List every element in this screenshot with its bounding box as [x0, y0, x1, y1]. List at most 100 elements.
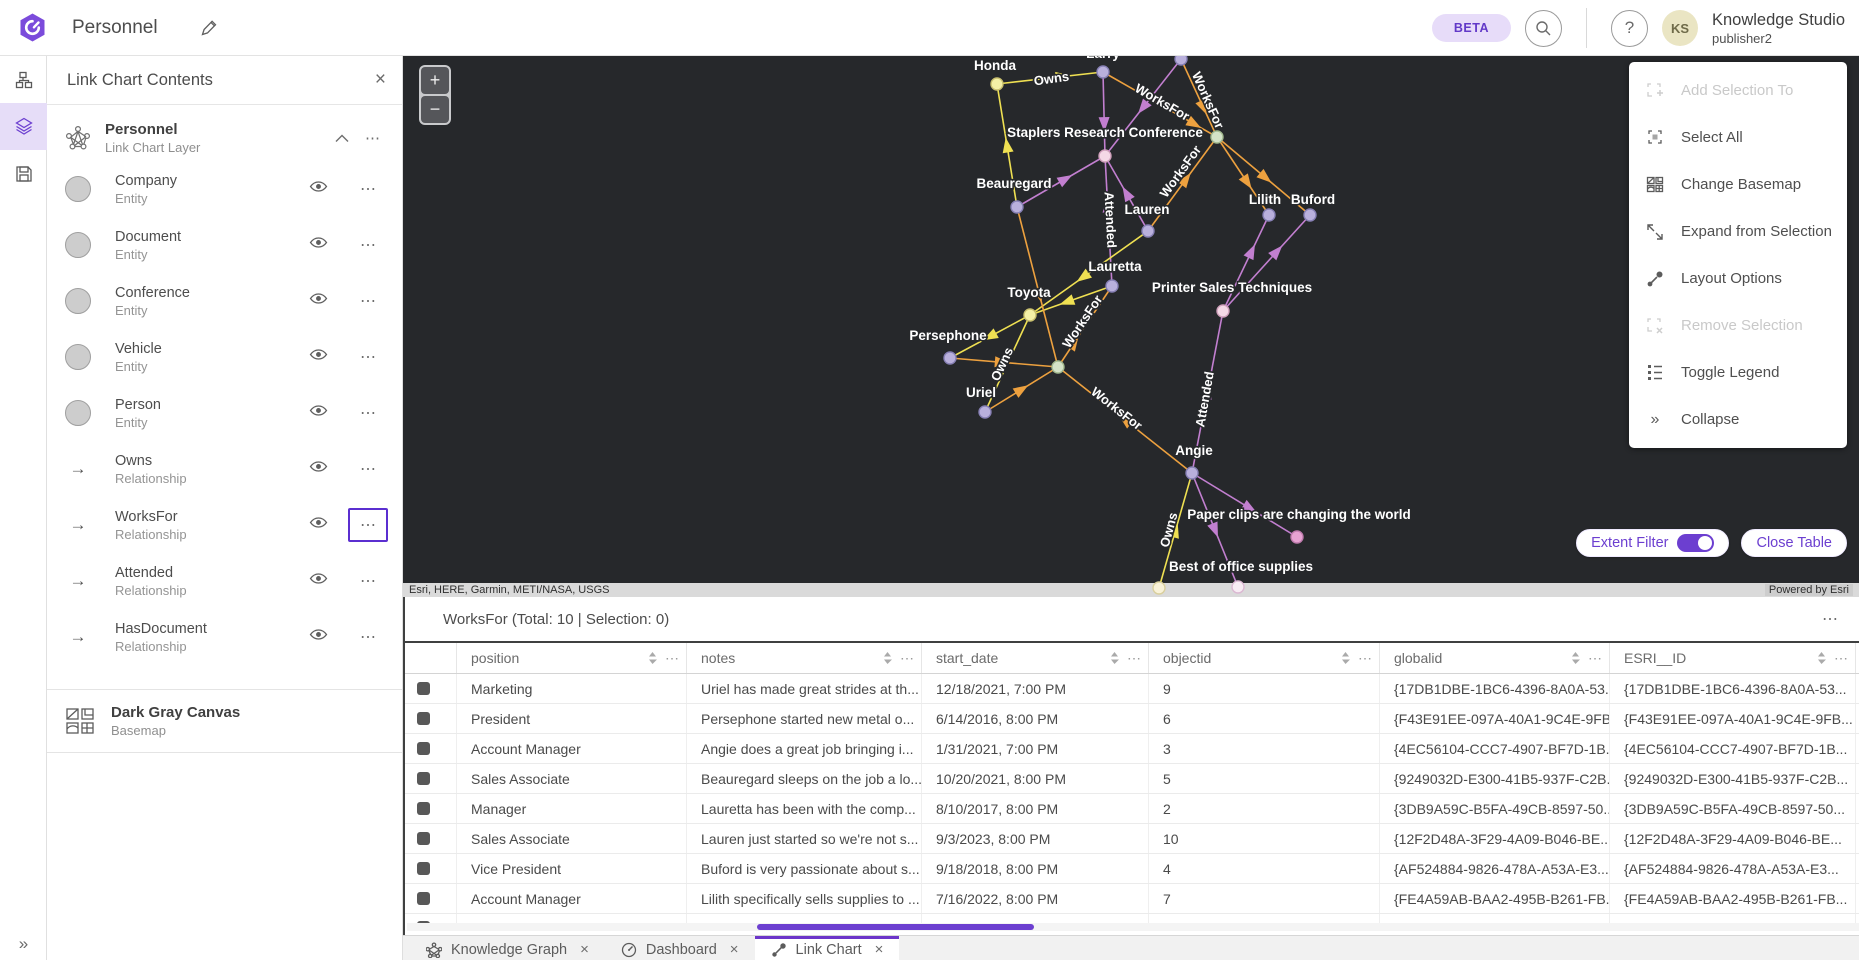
layer-row-conference[interactable]: Conference Entity ⋯: [47, 273, 402, 329]
column-options-icon[interactable]: ⋯: [1834, 650, 1849, 667]
table-row[interactable]: Sales Associate Beauregard sleeps on the…: [405, 764, 1859, 794]
layer-options-icon[interactable]: ⋯: [348, 452, 388, 486]
row-checkbox[interactable]: [417, 742, 430, 755]
layer-row-vehicle[interactable]: Vehicle Entity ⋯: [47, 329, 402, 385]
column-header-ESRI__ID[interactable]: ESRI__ID ⋯: [1610, 643, 1856, 673]
layer-row-document[interactable]: Document Entity ⋯: [47, 217, 402, 273]
menu-item-select-all[interactable]: Select All: [1629, 114, 1847, 161]
row-checkbox[interactable]: [417, 712, 430, 725]
close-table-button[interactable]: Close Table: [1741, 529, 1847, 557]
table-row[interactable]: Sales Associate Lauren just started so w…: [405, 824, 1859, 854]
tab-close-icon[interactable]: ×: [730, 941, 739, 958]
sort-icon[interactable]: [1110, 652, 1119, 664]
column-header-objectid[interactable]: objectid ⋯: [1149, 643, 1380, 673]
column-header-globalid[interactable]: globalid ⋯: [1380, 643, 1610, 673]
layer-row-worksfor[interactable]: → WorksFor Relationship ⋯: [47, 497, 402, 553]
layer-options-icon[interactable]: ⋯: [348, 396, 388, 430]
sort-icon[interactable]: [648, 652, 657, 664]
layer-row-owns[interactable]: → Owns Relationship ⋯: [47, 441, 402, 497]
table-row[interactable]: Marketing Uriel has made great strides a…: [405, 674, 1859, 704]
column-header-notes[interactable]: notes ⋯: [687, 643, 922, 673]
layer-options-icon[interactable]: ⋯: [348, 340, 388, 374]
edit-title-pencil-icon[interactable]: [200, 19, 218, 37]
sort-icon[interactable]: [1341, 652, 1350, 664]
layer-row-attended[interactable]: → Attended Relationship ⋯: [47, 553, 402, 609]
layer-visibility-eye-icon[interactable]: [303, 622, 334, 652]
scrollbar-thumb[interactable]: [757, 924, 1034, 930]
tab-dashboard[interactable]: Dashboard ×: [605, 936, 755, 960]
tab-close-icon[interactable]: ×: [875, 941, 884, 958]
layer-options-icon[interactable]: ⋯: [348, 228, 388, 262]
layer-visibility-eye-icon[interactable]: [303, 454, 334, 484]
layer-row-person[interactable]: Person Entity ⋯: [47, 385, 402, 441]
layer-options-icon[interactable]: ⋯: [348, 284, 388, 318]
layer-visibility-eye-icon[interactable]: [303, 174, 334, 204]
svg-text:Owns: Owns: [1033, 69, 1070, 89]
panel-close-icon[interactable]: ×: [375, 69, 386, 91]
row-checkbox[interactable]: [417, 892, 430, 905]
column-options-icon[interactable]: ⋯: [900, 650, 915, 667]
layer-options-icon[interactable]: ⋯: [348, 564, 388, 598]
layer-visibility-eye-icon[interactable]: [303, 566, 334, 596]
layer-row-company[interactable]: Company Entity ⋯: [47, 161, 402, 217]
menu-item-toggle-legend[interactable]: Toggle Legend: [1629, 349, 1847, 396]
menu-item-layout-options[interactable]: Layout Options: [1629, 255, 1847, 302]
rail-item-save[interactable]: [0, 150, 47, 197]
layer-visibility-eye-icon[interactable]: [303, 510, 334, 540]
layer-visibility-eye-icon[interactable]: [303, 342, 334, 372]
account-block[interactable]: Knowledge Studio publisher2: [1712, 11, 1845, 46]
column-options-icon[interactable]: ⋯: [1127, 650, 1142, 667]
help-button[interactable]: ?: [1611, 10, 1648, 47]
row-checkbox[interactable]: [417, 772, 430, 785]
layer-row-hasdocument[interactable]: → HasDocument Relationship ⋯: [47, 609, 402, 665]
sort-icon[interactable]: [1817, 652, 1826, 664]
collapse-group-chevron-up-icon[interactable]: [327, 130, 357, 147]
layer-visibility-eye-icon[interactable]: [303, 230, 334, 260]
table-row[interactable]: Account Manager Lilith specifically sell…: [405, 884, 1859, 914]
layer-name: Person: [115, 397, 161, 413]
tab-close-icon[interactable]: ×: [580, 941, 589, 958]
layer-group-options-icon[interactable]: ⋯: [357, 125, 388, 151]
row-checkbox[interactable]: [417, 682, 430, 695]
extent-filter-switch[interactable]: [1677, 534, 1714, 552]
search-button[interactable]: [1525, 10, 1562, 47]
cell-globalid: {4EC56104-CCC7-4907-BF7D-1B...: [1380, 734, 1610, 763]
column-header-start_date[interactable]: start_date ⋯: [922, 643, 1149, 673]
layer-visibility-eye-icon[interactable]: [303, 398, 334, 428]
layer-group-row[interactable]: Personnel Link Chart Layer ⋯: [47, 105, 402, 161]
sort-icon[interactable]: [1571, 652, 1580, 664]
column-options-icon[interactable]: ⋯: [1588, 650, 1603, 667]
row-checkbox[interactable]: [417, 832, 430, 845]
table-row[interactable]: President Persephone started new metal o…: [405, 704, 1859, 734]
layer-options-icon[interactable]: ⋯: [348, 620, 388, 654]
basemap-row[interactable]: Dark Gray Canvas Basemap: [47, 690, 402, 752]
layer-options-icon[interactable]: ⋯: [348, 172, 388, 206]
zoom-out-button[interactable]: −: [421, 96, 449, 123]
menu-item-expand-from-selection[interactable]: Expand from Selection: [1629, 208, 1847, 255]
rail-item-hierarchy[interactable]: [0, 56, 47, 103]
layer-visibility-eye-icon[interactable]: [303, 286, 334, 316]
menu-item-change-basemap[interactable]: Change Basemap: [1629, 161, 1847, 208]
extent-filter-toggle-pill[interactable]: Extent Filter: [1576, 529, 1729, 557]
table-options-icon[interactable]: ⋯: [1822, 609, 1839, 629]
avatar[interactable]: KS: [1662, 10, 1698, 46]
svg-text:Printer Sales Techniques: Printer Sales Techniques: [1152, 280, 1312, 295]
link-chart-canvas[interactable]: OwnsWorksForWorksForAttendedWorksForWork…: [403, 56, 1859, 583]
column-header-position[interactable]: position ⋯: [457, 643, 687, 673]
row-checkbox[interactable]: [417, 862, 430, 875]
tab-knowledge-graph[interactable]: Knowledge Graph ×: [410, 936, 605, 960]
rail-expand-icon[interactable]: »: [0, 934, 47, 954]
layer-options-icon[interactable]: ⋯: [348, 508, 388, 542]
tab-link-chart[interactable]: Link Chart ×: [755, 936, 900, 960]
table-row[interactable]: Manager Lauretta has been with the comp.…: [405, 794, 1859, 824]
table-horizontal-scrollbar[interactable]: [407, 923, 1859, 931]
menu-item-collapse[interactable]: » Collapse: [1629, 396, 1847, 443]
zoom-in-button[interactable]: +: [421, 67, 449, 94]
row-checkbox[interactable]: [417, 802, 430, 815]
rail-item-layers[interactable]: [0, 103, 47, 150]
table-row[interactable]: Vice President Buford is very passionate…: [405, 854, 1859, 884]
column-options-icon[interactable]: ⋯: [1358, 650, 1373, 667]
table-row[interactable]: Account Manager Angie does a great job b…: [405, 734, 1859, 764]
sort-icon[interactable]: [883, 652, 892, 664]
column-options-icon[interactable]: ⋯: [665, 650, 680, 667]
